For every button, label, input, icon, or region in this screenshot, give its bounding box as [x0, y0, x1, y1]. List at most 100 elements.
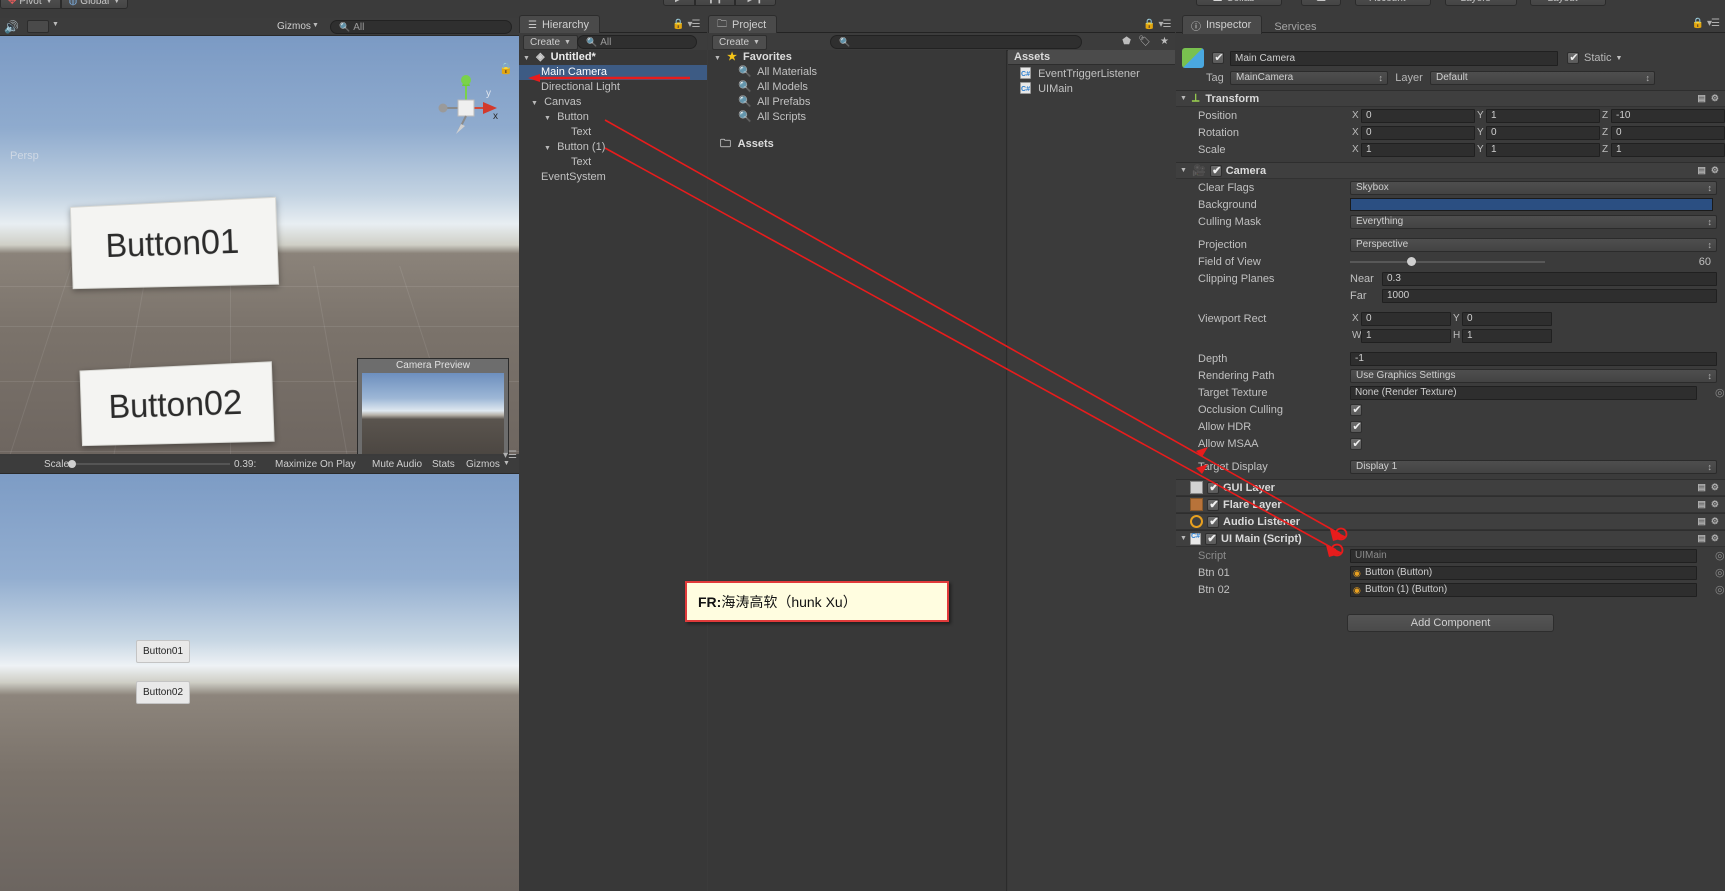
fov-slider[interactable] — [1350, 255, 1689, 269]
scene-fx-button[interactable] — [27, 20, 49, 33]
depth-field[interactable]: -1 — [1350, 351, 1717, 366]
scale-y-field[interactable]: 1 — [1486, 142, 1600, 157]
layer-dropdown[interactable]: Default — [1430, 71, 1655, 85]
layers-button[interactable]: Layers ▼ — [1445, 0, 1517, 6]
object-enabled-checkbox[interactable] — [1212, 51, 1225, 64]
scale-z-field[interactable]: 1 — [1611, 142, 1725, 157]
flare-layer-enabled-checkbox[interactable] — [1207, 498, 1220, 511]
game-button-02[interactable]: Button02 — [136, 681, 190, 704]
project-favorite-all-prefabs[interactable]: 🔍 All Prefabs — [708, 95, 1006, 110]
chevron-down-icon[interactable]: ▼ — [1180, 535, 1190, 542]
rotation-x-field[interactable]: 0 — [1361, 125, 1475, 140]
game-scale-slider[interactable] — [70, 463, 230, 465]
help-icon[interactable]: ▤ — [1697, 482, 1706, 493]
project-search-input[interactable]: 🔍 — [830, 35, 1082, 49]
stats-button[interactable]: Stats — [432, 459, 455, 470]
maximize-on-play-button[interactable]: Maximize On Play — [275, 459, 356, 470]
object-picker-icon[interactable]: ◎ — [1715, 386, 1725, 399]
hierarchy-create-button[interactable]: Create ▼ — [523, 35, 578, 50]
collab-button[interactable]: ☁ Collab ▼ — [1196, 0, 1282, 6]
target-texture-field[interactable]: None (Render Texture) — [1350, 385, 1697, 400]
help-icon[interactable]: ▤ — [1697, 516, 1706, 527]
help-icon[interactable]: ▤ — [1697, 165, 1706, 176]
gui-layer-enabled-checkbox[interactable] — [1207, 481, 1220, 494]
cloud-button[interactable]: ☁ — [1301, 0, 1341, 6]
lock-icon[interactable]: 🔒 — [1143, 19, 1155, 30]
settings-icon[interactable]: ⚙ — [1711, 499, 1719, 510]
project-create-button[interactable]: Create ▼ — [712, 35, 767, 50]
background-color-swatch[interactable] — [1350, 198, 1713, 211]
global-button[interactable]: ◍ Global ▼ — [60, 0, 129, 9]
help-icon[interactable]: ▤ — [1697, 93, 1706, 104]
chevron-down-icon[interactable]: ▼ — [523, 51, 533, 66]
hierarchy-item-text[interactable]: Text — [519, 125, 707, 140]
add-component-button[interactable]: Add Component — [1347, 614, 1554, 632]
hierarchy-item-button-1[interactable]: ▼ Button (1) — [519, 140, 707, 155]
scene-view-gizmo[interactable]: y x — [431, 72, 501, 142]
step-button[interactable]: ▶❙ — [735, 0, 776, 6]
account-button[interactable]: Account ▼ — [1355, 0, 1431, 6]
chevron-down-icon[interactable]: ▼ — [544, 141, 554, 156]
camera-enabled-checkbox[interactable] — [1209, 164, 1223, 177]
hierarchy-item-directional-light[interactable]: Directional Light — [519, 80, 707, 95]
chevron-down-icon[interactable]: ▼ — [1180, 95, 1190, 102]
project-favorite-all-materials[interactable]: 🔍 All Materials — [708, 65, 1006, 80]
game-button-01[interactable]: Button01 — [136, 640, 190, 663]
favorite-star-icon[interactable]: ★ — [1160, 36, 1169, 47]
project-assets-folder[interactable]: 🗀 Assets — [708, 137, 1006, 152]
scene-lock-icon[interactable]: 🔒 — [499, 62, 513, 75]
project-asset-list[interactable]: Assets EventTriggerListener UIMain — [1008, 50, 1175, 891]
rendering-path-dropdown[interactable]: Use Graphics Settings — [1350, 368, 1717, 383]
tab-hierarchy[interactable]: ☰ Hierarchy — [519, 15, 601, 34]
project-favorite-all-models[interactable]: 🔍 All Models — [708, 80, 1006, 95]
btn02-object-field[interactable]: ◉ Button (1) (Button) — [1350, 582, 1697, 597]
project-asset-item[interactable]: UIMain — [1008, 82, 1175, 97]
settings-icon[interactable]: ⚙ — [1711, 482, 1719, 493]
game-gizmos-button[interactable]: Gizmos — [466, 459, 500, 470]
project-favorites-header[interactable]: ▼ ★ Favorites — [708, 50, 1006, 65]
occlusion-culling-checkbox[interactable] — [1350, 403, 1363, 416]
fov-slider-handle[interactable] — [1407, 256, 1416, 266]
help-icon[interactable]: ▤ — [1697, 533, 1706, 544]
scene-fx-dropdown-icon[interactable]: ▼ — [52, 21, 59, 28]
pause-button[interactable]: ❙❙ — [694, 0, 736, 6]
project-asset-item[interactable]: EventTriggerListener — [1008, 67, 1175, 82]
chevron-down-icon[interactable]: ▼ — [1616, 55, 1623, 62]
tab-services[interactable]: Services — [1265, 17, 1327, 36]
target-display-dropdown[interactable]: Display 1 — [1350, 459, 1717, 474]
hierarchy-item-canvas[interactable]: ▼ Canvas — [519, 95, 707, 110]
object-picker-icon[interactable]: ◎ — [1715, 583, 1725, 596]
near-field[interactable]: 0.3 — [1382, 271, 1717, 286]
hierarchy-item-scene[interactable]: ▼ ◈ Untitled* — [519, 50, 707, 65]
scene-button-01[interactable]: Button01 — [69, 196, 280, 290]
viewport-y-field[interactable]: 0 — [1462, 311, 1552, 326]
tab-project[interactable]: 🗀 Project — [708, 15, 778, 34]
settings-icon[interactable]: ⚙ — [1711, 516, 1719, 527]
panel-menu-icon[interactable]: ▾☰ — [688, 19, 701, 30]
chevron-down-icon[interactable]: ▼ — [531, 96, 541, 111]
hierarchy-tree[interactable]: ▼ ◈ Untitled* Main Camera Directional Li… — [519, 50, 707, 891]
far-field[interactable]: 1000 — [1382, 288, 1717, 303]
object-picker-icon[interactable]: ◎ — [1715, 566, 1725, 579]
settings-icon[interactable]: ⚙ — [1711, 533, 1719, 544]
scene-button-02[interactable]: Button02 — [79, 361, 275, 447]
rotation-z-field[interactable]: 0 — [1611, 125, 1725, 140]
play-button[interactable]: ▶ — [663, 0, 695, 6]
scene-search-input[interactable]: 🔍 All — [330, 20, 512, 34]
game-menu-icon[interactable]: ▾☰ — [503, 450, 517, 461]
scene-gizmos-label[interactable]: Gizmos — [277, 21, 311, 32]
btn01-object-field[interactable]: ◉ Button (Button) — [1350, 565, 1697, 580]
chevron-down-icon[interactable]: ▼ — [544, 111, 554, 126]
layout-button[interactable]: Layout ▼ — [1530, 0, 1606, 6]
static-checkbox[interactable] — [1567, 51, 1580, 64]
component-header-flare-layer[interactable]: Flare Layer ▤ ⚙ — [1176, 496, 1725, 513]
chevron-down-icon[interactable]: ▼ — [1180, 167, 1190, 174]
rotation-y-field[interactable]: 0 — [1486, 125, 1600, 140]
game-gizmos-dropdown-icon[interactable]: ▼ — [503, 460, 510, 467]
scale-x-field[interactable]: 1 — [1361, 142, 1475, 157]
component-header-transform[interactable]: ▼ ⟂ Transform ▤ ⚙ — [1176, 90, 1725, 107]
pivot-button[interactable]: ✥ Pivot ▼ — [0, 0, 61, 9]
scene-canvas[interactable]: Button01 Button02 Persp y x 🔒 Camera Pre… — [0, 36, 519, 454]
panel-menu-icon[interactable]: ▾☰ — [1159, 19, 1172, 30]
lock-icon[interactable]: 🔒 — [1692, 18, 1704, 29]
